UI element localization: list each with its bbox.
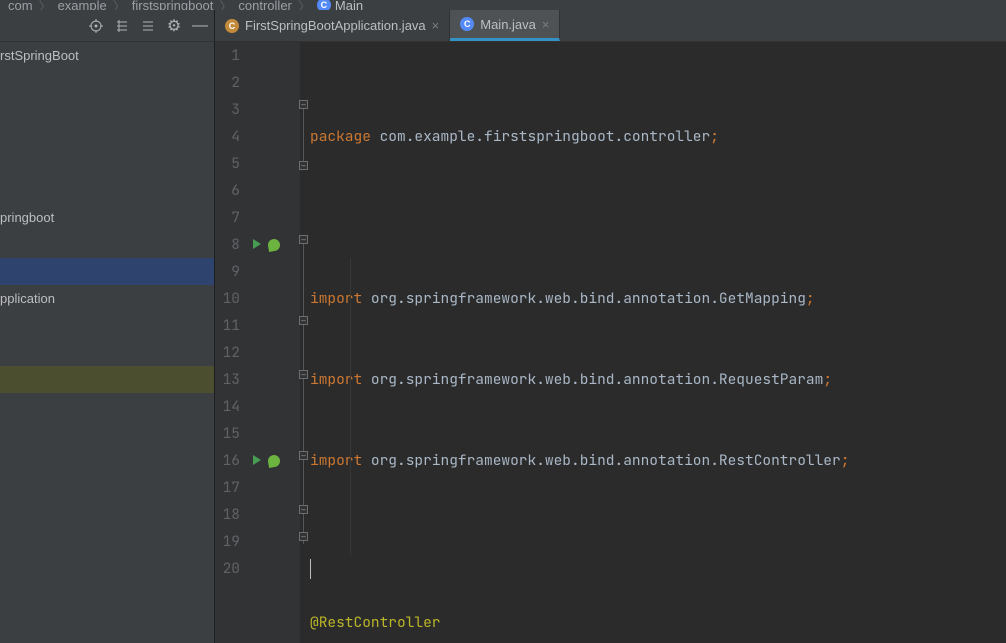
run-icon[interactable] bbox=[252, 238, 266, 252]
fold-gutter[interactable]: – – – – – – – – bbox=[300, 42, 310, 643]
tab-first-spring-boot-application[interactable]: C FirstSpringBootApplication.java × bbox=[215, 10, 450, 41]
project-tree[interactable]: rstSpringBoot pringboot pplication bbox=[0, 42, 214, 643]
collapse-all-icon[interactable] bbox=[140, 18, 156, 34]
fold-marker[interactable]: – bbox=[299, 370, 308, 379]
close-icon[interactable]: × bbox=[432, 18, 440, 33]
tree-item bbox=[0, 231, 214, 258]
tree-item bbox=[0, 312, 214, 339]
tree-item: rstSpringBoot bbox=[0, 42, 214, 69]
text-caret bbox=[310, 559, 311, 579]
tree-item bbox=[0, 177, 214, 204]
fold-marker[interactable]: – bbox=[299, 451, 308, 460]
tree-item bbox=[0, 69, 214, 96]
gutter-icons bbox=[250, 42, 300, 643]
code-content[interactable]: package com.example.firstspringboot.cont… bbox=[310, 42, 1006, 643]
tree-item bbox=[0, 123, 214, 150]
editor-area: C FirstSpringBootApplication.java × C Ma… bbox=[215, 10, 1006, 643]
close-icon[interactable]: × bbox=[542, 17, 550, 32]
spring-icon[interactable] bbox=[267, 454, 281, 468]
code-editor[interactable]: 12345 678910 1112131415 1617181920 – – –… bbox=[215, 42, 1006, 643]
tree-item bbox=[0, 150, 214, 177]
tree-item: pringboot bbox=[0, 204, 214, 231]
fold-marker[interactable]: – bbox=[299, 505, 308, 514]
tree-item bbox=[0, 96, 214, 123]
sidebar-toolbar: ⚙ — bbox=[0, 10, 214, 42]
editor-tabs: C FirstSpringBootApplication.java × C Ma… bbox=[215, 10, 1006, 42]
fold-marker[interactable]: – bbox=[299, 235, 308, 244]
run-icon[interactable] bbox=[252, 454, 266, 468]
settings-icon[interactable]: ⚙ bbox=[166, 18, 182, 34]
fold-marker[interactable]: – bbox=[299, 100, 308, 109]
breadcrumb: com 〉 example 〉 firstspringboot 〉 contro… bbox=[0, 0, 1006, 10]
hide-icon[interactable]: — bbox=[192, 18, 208, 34]
tree-item-selected bbox=[0, 258, 214, 285]
tab-main[interactable]: C Main.java × bbox=[450, 10, 560, 41]
tree-item: pplication bbox=[0, 285, 214, 312]
tree-item-active bbox=[0, 366, 214, 393]
spring-icon[interactable] bbox=[267, 238, 281, 252]
fold-marker[interactable]: – bbox=[299, 532, 308, 541]
locate-icon[interactable] bbox=[88, 18, 104, 34]
class-icon: C bbox=[460, 17, 474, 31]
tree-item bbox=[0, 339, 214, 366]
project-tree-sidebar: ⚙ — rstSpringBoot pringboot pplication bbox=[0, 10, 215, 643]
fold-marker[interactable]: – bbox=[299, 161, 308, 170]
expand-all-icon[interactable] bbox=[114, 18, 130, 34]
fold-marker[interactable]: – bbox=[299, 316, 308, 325]
class-icon: C bbox=[225, 19, 239, 33]
line-number-gutter: 12345 678910 1112131415 1617181920 bbox=[215, 42, 250, 643]
